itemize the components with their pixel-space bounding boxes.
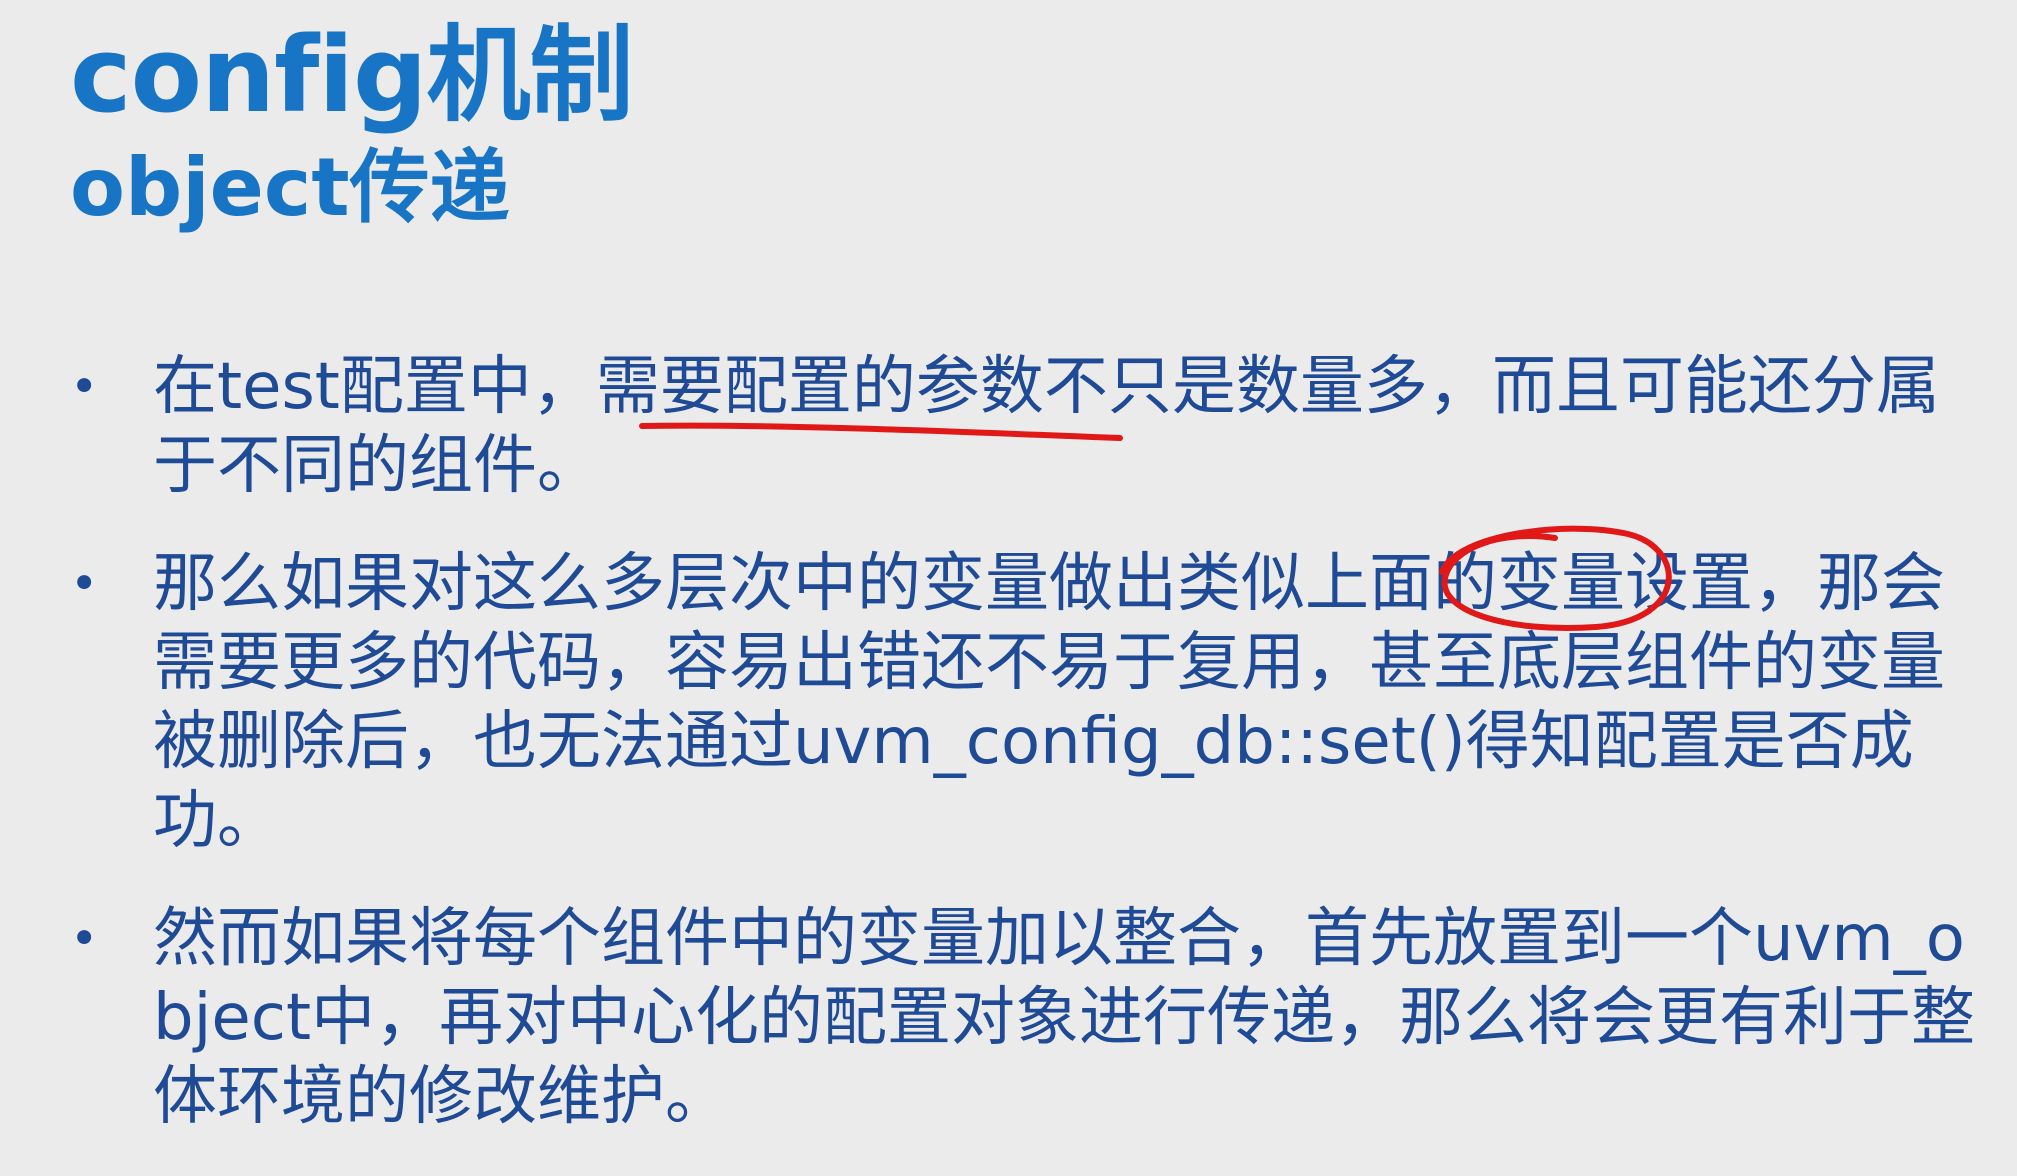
slide-canvas: config机制 object传递 • 在test配置中，需要配置的参数不只是数… — [0, 0, 2017, 1156]
bullet-list: • 在test配置中，需要配置的参数不只是数量多，而且可能还分属于不同的组件。 … — [70, 348, 2000, 1176]
bullet-marker: • — [70, 556, 99, 612]
slide-title: config机制 — [70, 14, 633, 136]
bullet-text: 那么如果对这么多层次中的变量做出类似上面的变量设置，那会需要更多的代码，容易出错… — [153, 547, 1945, 858]
bullet-text: 在test配置中，需要配置的参数不只是数量多，而且可能还分属于不同的组件。 — [153, 350, 1940, 503]
bullet-item-config-params: • 在test配置中，需要配置的参数不只是数量多，而且可能还分属于不同的组件。 — [70, 348, 2000, 506]
slide-subtitle: object传递 — [70, 141, 510, 234]
bullet-item-uvm-object: • 然而如果将每个组件中的变量加以整合，首先放置到一个uvm_object中，再… — [70, 900, 2000, 1137]
bullet-text: 然而如果将每个组件中的变量加以整合，首先放置到一个uvm_object中，再对中… — [153, 902, 1976, 1134]
bullet-marker: • — [70, 911, 99, 967]
bullet-marker: • — [70, 359, 99, 415]
bullet-item-variable-settings: • 那么如果对这么多层次中的变量做出类似上面的变量设置，那会需要更多的代码，容易… — [70, 545, 2000, 861]
